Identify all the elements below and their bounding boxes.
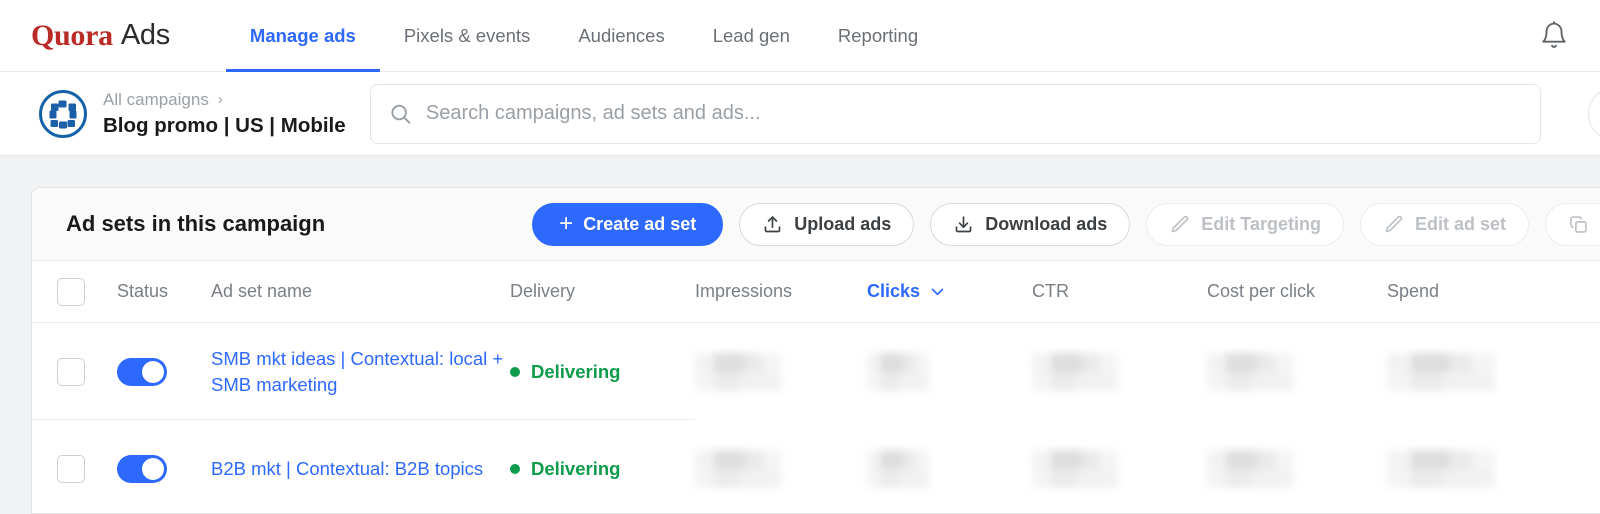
chevron-down-icon [929,283,946,300]
table-header-row: Status Ad set name Delivery Impressions … [32,261,1600,323]
redacted-value [1032,352,1118,391]
page-body: Ad sets in this campaign + Create ad set… [0,156,1600,514]
nav-tab-reporting[interactable]: Reporting [814,0,942,71]
ad-set-name-link[interactable]: B2B mkt | Contextual: B2B topics [211,458,483,479]
row-status-cell [110,454,211,483]
delivery-status-label: Delivering [531,360,621,382]
upload-ads-label: Upload ads [794,213,892,234]
ad-set-name-link[interactable]: SMB mkt ideas | Contextual: local + SMB … [211,348,503,395]
page-title: Blog promo | US | Mobile [103,113,346,137]
redacted-value [1387,449,1495,488]
status-dot-icon [510,463,520,474]
create-ad-set-label: Create ad set [583,213,697,234]
edit-targeting-button[interactable]: Edit Targeting [1146,202,1344,246]
nav-tab-audiences[interactable]: Audiences [554,0,688,71]
campaign-subheader: All campaigns › Blog promo | US | Mobile [0,72,1600,156]
row-status-cell [110,357,211,386]
pencil-icon [1383,214,1404,235]
search-bar[interactable] [369,83,1541,144]
download-icon [953,214,974,235]
column-header-ad-set-name[interactable]: Ad set name [211,281,510,302]
redacted-value [867,352,929,391]
redacted-value [1207,352,1293,391]
duplicate-button[interactable]: Duplica [1544,202,1600,246]
ad-sets-card: Ad sets in this campaign + Create ad set… [31,187,1600,514]
row-checkbox[interactable] [57,357,85,386]
notifications-button[interactable] [1534,16,1574,56]
primary-nav-tabs: Manage ads Pixels & events Audiences Lea… [225,0,942,72]
row-delivery-cell: Delivering [510,361,695,383]
campaign-circle-icon [39,89,87,138]
search-input[interactable] [425,102,1522,125]
table-row[interactable]: B2B mkt | Contextual: B2B topics Deliver… [32,420,1600,513]
nav-tab-manage-ads[interactable]: Manage ads [225,0,380,72]
delivery-status-label: Delivering [531,457,621,479]
status-toggle[interactable] [117,454,167,483]
row-ctr-cell [1032,449,1207,488]
breadcrumb-all-campaigns[interactable]: All campaigns [103,90,209,110]
column-header-impressions[interactable]: Impressions [695,281,867,302]
column-header-spend[interactable]: Spend [1387,281,1562,302]
plus-icon: + [559,210,574,237]
column-header-status[interactable]: Status [110,281,211,302]
download-ads-button[interactable]: Download ads [930,202,1131,246]
row-cost-per-click-cell [1207,352,1387,391]
edit-ad-set-button[interactable]: Edit ad set [1359,202,1529,246]
ad-sets-heading: Ad sets in this campaign [66,211,326,236]
chevron-right-icon: › [217,90,223,108]
row-spend-cell [1387,449,1562,488]
row-clicks-cell [867,352,1032,391]
top-navigation-bar: Quora Ads Manage ads Pixels & events Aud… [0,0,1600,72]
header-overflow-control[interactable] [1588,86,1600,141]
brand-logo[interactable]: Quora Ads [31,0,226,71]
redacted-value [1207,449,1293,488]
row-delivery-cell: Delivering [510,458,695,480]
row-impressions-cell [695,449,867,488]
row-ctr-cell [1032,352,1207,391]
brand-quora-text: Quora [31,18,113,52]
column-header-ctr[interactable]: CTR [1032,281,1207,302]
breadcrumb[interactable]: All campaigns › [103,90,346,110]
row-select-cell [32,454,110,483]
duplicate-icon [1568,214,1589,235]
select-all-cell [32,277,110,306]
ad-sets-toolbar: Ad sets in this campaign + Create ad set… [32,188,1600,261]
redacted-value [695,449,781,488]
redacted-value [695,352,781,391]
edit-targeting-label: Edit Targeting [1201,213,1321,234]
create-ad-set-button[interactable]: + Create ad set [532,202,724,246]
pencil-icon [1169,214,1190,235]
redacted-value [1032,449,1118,488]
column-header-delivery[interactable]: Delivery [510,281,695,302]
select-all-checkbox[interactable] [57,277,85,306]
row-clicks-cell [867,449,1032,488]
table-row[interactable]: SMB mkt ideas | Contextual: local + SMB … [32,323,1600,420]
row-ad-set-name-cell: SMB mkt ideas | Contextual: local + SMB … [211,346,510,398]
upload-ads-button[interactable]: Upload ads [739,202,915,246]
edit-ad-set-label: Edit ad set [1414,213,1506,234]
download-ads-label: Download ads [985,213,1108,234]
campaign-title-block: All campaigns › Blog promo | US | Mobile [103,90,346,138]
row-cost-per-click-cell [1207,449,1387,488]
column-header-clicks-label: Clicks [867,281,921,301]
redacted-value [867,449,929,488]
status-toggle[interactable] [117,357,167,386]
nav-tab-pixels-events[interactable]: Pixels & events [380,0,554,71]
column-header-clicks[interactable]: Clicks [867,281,1032,302]
search-icon [391,104,410,124]
row-checkbox[interactable] [57,454,85,483]
nav-tab-lead-gen[interactable]: Lead gen [689,0,814,71]
status-dot-icon [510,366,520,377]
row-select-cell [32,357,110,386]
bell-icon [1542,20,1566,48]
column-header-cost-per-click[interactable]: Cost per click [1207,281,1387,302]
row-impressions-cell [695,352,867,391]
row-ad-set-name-cell: B2B mkt | Contextual: B2B topics [211,456,510,482]
redacted-value [1387,352,1495,391]
upload-icon [762,214,783,235]
brand-ads-text: Ads [120,19,170,51]
row-spend-cell [1387,352,1562,391]
